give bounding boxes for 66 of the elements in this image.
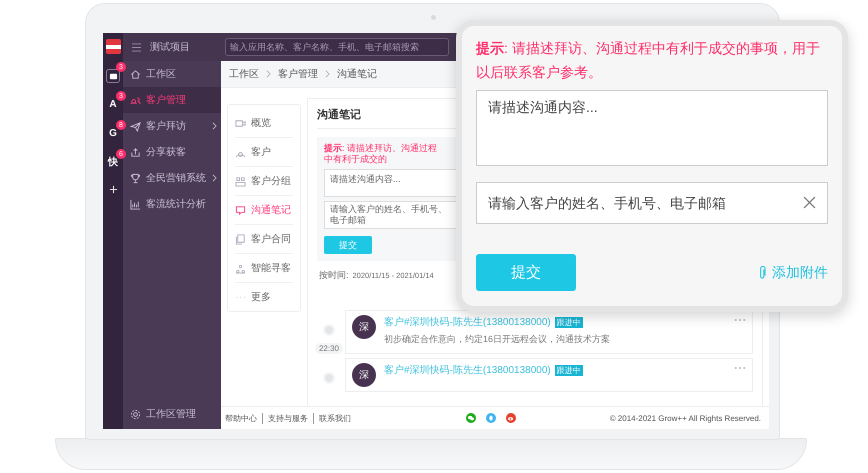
chevron-right-icon xyxy=(325,70,330,78)
footer-link[interactable]: 联系我们 xyxy=(313,412,351,424)
sidebar-item[interactable]: 全民营销系统 xyxy=(123,165,221,191)
close-icon[interactable] xyxy=(803,196,816,209)
network-icon xyxy=(235,262,246,274)
app-switch-item[interactable]: A xyxy=(106,98,120,112)
submenu-item[interactable]: 客户 xyxy=(235,138,293,167)
more-icon[interactable] xyxy=(734,366,746,370)
group-icon xyxy=(235,176,246,186)
footer-link[interactable]: 帮助中心 xyxy=(225,412,257,424)
submenu-item[interactable]: 沟通笔记 xyxy=(235,196,293,225)
status-tag: 跟进中 xyxy=(554,364,583,376)
chevron-right-icon xyxy=(212,174,217,182)
submenu-item[interactable]: 智能寻客 xyxy=(235,254,293,283)
breadcrumb-link[interactable]: 客户管理 xyxy=(278,67,318,81)
sidebar-item[interactable]: 客户管理 xyxy=(123,87,221,113)
filter-label: 按时间: xyxy=(319,269,349,282)
app-switch-item[interactable]: G xyxy=(106,127,120,141)
camera-icon xyxy=(431,15,436,20)
paper-plane-icon xyxy=(130,120,141,132)
avatar: 深 xyxy=(352,363,376,387)
timeline-dot xyxy=(323,324,335,336)
hint-text: 提示: 请描述拜访、沟通过程中有利于成交的事项，用于以后联系客户参考。 xyxy=(476,39,821,82)
sidebar-item[interactable]: 客流统计分析 xyxy=(123,191,221,217)
bar-chart-icon xyxy=(130,198,141,210)
hint-text: 提示: 请描述拜访、沟通过程中有利于成交的 xyxy=(324,143,438,165)
submenu-item[interactable]: 客户分组 xyxy=(235,167,293,196)
people-icon xyxy=(130,94,141,106)
app-icon xyxy=(108,72,118,80)
customer-input[interactable]: 请输入客户的姓名、手机号、电子邮箱 xyxy=(476,182,828,224)
status-tag: 跟进中 xyxy=(554,316,583,328)
home-icon xyxy=(130,68,141,80)
chat-icon[interactable] xyxy=(466,413,476,423)
more-icon[interactable] xyxy=(734,318,746,322)
submenu-item[interactable]: 更多 xyxy=(235,283,293,311)
note-text: 初步确定合作意向，约定16日开远程会议，沟通技术方案 xyxy=(384,333,612,346)
submenu-item[interactable]: 客户合同 xyxy=(235,225,293,254)
paperclip-icon xyxy=(759,266,766,280)
app-switch-item[interactable]: 快 xyxy=(106,156,120,170)
logo-icon xyxy=(106,39,120,54)
eye-logo-icon[interactable] xyxy=(506,413,516,423)
add-icon[interactable] xyxy=(108,185,118,194)
chevron-right-icon xyxy=(266,70,271,78)
sidebar-item[interactable]: 工作区 xyxy=(123,61,221,87)
video-card-icon xyxy=(235,118,246,128)
timeline-dot xyxy=(323,372,335,384)
breadcrumb-link[interactable]: 工作区 xyxy=(229,67,259,81)
time-label: 22:30 xyxy=(314,343,344,354)
footer-link[interactable]: 支持与服务 xyxy=(262,412,308,424)
note-textarea[interactable]: 请描述沟通内容... xyxy=(476,90,828,166)
sidebar-item[interactable]: 分享获客 xyxy=(123,139,221,165)
project-name: 测试项目 xyxy=(150,40,190,54)
breadcrumb-link[interactable]: 沟通笔记 xyxy=(337,67,377,81)
settings-icon xyxy=(130,408,141,420)
trophy-icon xyxy=(130,172,141,184)
sidebar-item[interactable]: 客户拜访 xyxy=(123,113,221,139)
menu-icon[interactable] xyxy=(131,42,142,52)
documents-icon xyxy=(235,234,246,244)
search-field[interactable]: 输入应用名称、客户名称、手机、电子邮箱搜索 xyxy=(225,38,449,56)
chevron-right-icon xyxy=(212,122,217,130)
sidebar-item[interactable]: 工作区管理 xyxy=(123,401,221,427)
submenu-item[interactable]: 概览 xyxy=(235,109,293,138)
share-icon xyxy=(130,146,141,158)
copyright-text: © 2014-2021 Grow++ All Rights Reserved. xyxy=(610,414,761,422)
avatar: 深 xyxy=(352,315,376,339)
chat-bubble-icon xyxy=(235,204,246,216)
